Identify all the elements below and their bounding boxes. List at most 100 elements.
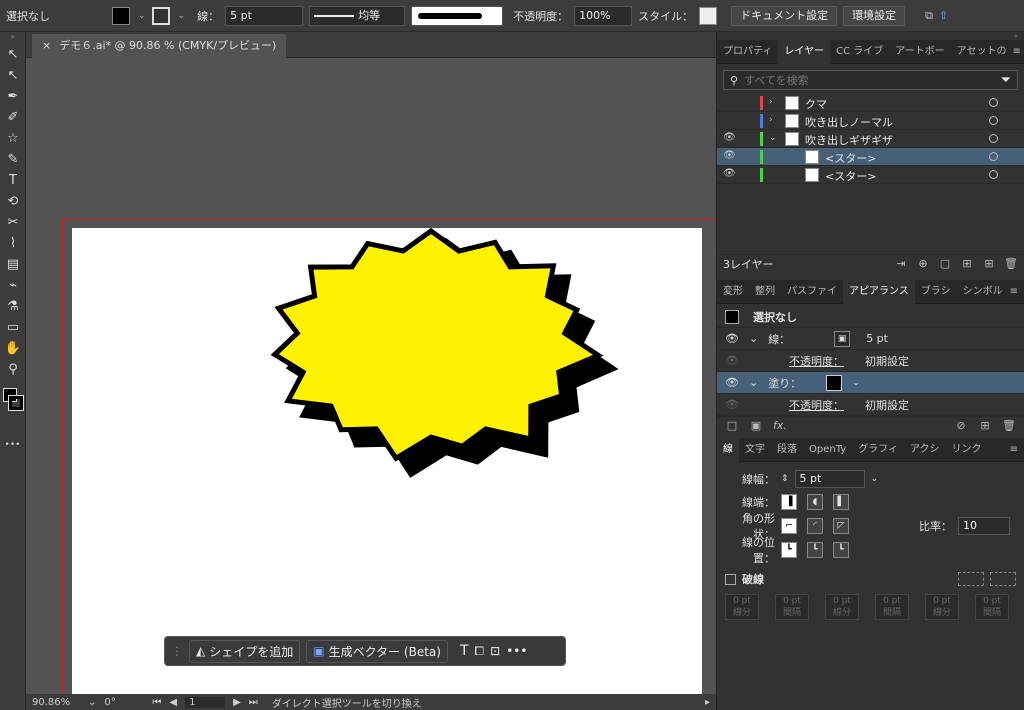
visibility-eye-icon[interactable]: 👁 (725, 398, 739, 411)
tools-collapse-icon[interactable]: » (0, 32, 25, 44)
duplicate-item-icon[interactable]: ⊞ (978, 419, 992, 433)
nav-last-icon[interactable]: ⏭ (249, 697, 258, 708)
layer-row[interactable]: › 吹き出しノーマル (717, 112, 1024, 130)
locate-object-icon[interactable]: ⊕ (916, 257, 930, 271)
brush-dropdown[interactable] (411, 5, 504, 26)
layers-search[interactable]: ⚲ ⏷ (723, 70, 1018, 90)
dash-cell[interactable]: 0 pt 間隔 (875, 594, 909, 620)
dashed-checkbox[interactable] (725, 573, 736, 585)
layer-row[interactable]: 👁 ⌄ 吹き出しギザギザ (717, 130, 1024, 148)
delete-layer-icon[interactable]: 🗑 (1004, 257, 1018, 271)
eyedropper-tool-icon[interactable]: ⌁ (2, 275, 24, 296)
delete-item-icon[interactable]: 🗑 (1002, 419, 1016, 433)
stroke-tab-2[interactable]: 段落 (771, 438, 803, 462)
hand-tool-icon[interactable]: ✋ (2, 338, 24, 359)
warp-tool-icon[interactable]: ⌇ (2, 233, 24, 254)
appearance-fill-row[interactable]: 👁 ⌄ 塗り： ⌄ (717, 372, 1024, 394)
selection-tool-icon[interactable]: ↖ (2, 44, 24, 65)
align-center-icon[interactable]: ┗ (781, 542, 797, 558)
dash-cell[interactable]: 0 pt 線分 (725, 594, 759, 620)
add-fill-icon[interactable]: ▣ (749, 419, 763, 433)
appearance-tab-2[interactable]: パスファイ (781, 280, 843, 304)
share-icon[interactable]: ⇧ (939, 9, 948, 22)
stroke-tab-1[interactable]: 文字 (739, 438, 771, 462)
appearance-stroke-row[interactable]: 👁 ⌄ 線： ▣ 5 pt (717, 328, 1024, 350)
target-circle-icon[interactable] (989, 170, 998, 179)
expand-chevron-icon[interactable]: › (769, 97, 773, 107)
artboard-tool-icon[interactable]: ▭ (2, 317, 24, 338)
style-swatch[interactable] (699, 6, 718, 25)
projecting-cap-icon[interactable]: ▌ (833, 494, 849, 510)
panel-menu-icon[interactable]: ≡ (1010, 286, 1024, 297)
filter-icon[interactable]: ⏷ (1001, 73, 1011, 88)
stroke-dropdown-icon[interactable]: ⌄ (178, 11, 186, 21)
fill-opacity-label[interactable]: 不透明度： (789, 397, 855, 413)
target-circle-icon[interactable] (989, 152, 998, 161)
more-options-icon[interactable]: ••• (506, 644, 527, 658)
direct-selection-tool-icon[interactable]: ↖ (2, 65, 24, 86)
opacity-row-label[interactable]: 不透明度： (789, 353, 855, 369)
opacity-field[interactable]: 100% (574, 5, 633, 26)
visibility-eye-icon[interactable]: 👁 (723, 132, 736, 143)
zoom-tool-icon[interactable]: ⚲ (2, 359, 24, 380)
zoom-level[interactable]: 90.86% (32, 697, 80, 708)
add-shape-button[interactable]: ◭ シェイプを追加 (189, 639, 301, 663)
weight-dropdown-icon[interactable]: ⌄ (871, 474, 879, 484)
align-outside-icon[interactable]: ┗ (833, 542, 849, 558)
new-layer-icon[interactable]: ⊞ (982, 257, 996, 271)
layer-name[interactable]: クマ (805, 96, 827, 112)
dash-align-icon[interactable] (990, 572, 1016, 586)
fill-dropdown-icon[interactable]: ⌄ (138, 11, 146, 21)
appearance-tab-1[interactable]: 整列 (749, 280, 781, 304)
expand-chevron-icon[interactable]: › (769, 115, 773, 125)
layer-name[interactable]: <スター> (825, 150, 876, 166)
stroke-tab-4[interactable]: グラフィ (852, 438, 904, 462)
image-icon[interactable]: ⊡ (490, 644, 500, 658)
target-circle-icon[interactable] (989, 98, 998, 107)
collect-export-icon[interactable]: ⇥ (894, 257, 908, 271)
layers-search-input[interactable] (744, 73, 995, 87)
stroke-tab-5[interactable]: アクシ (904, 438, 946, 462)
drag-handle-icon[interactable]: ⋮ (171, 644, 183, 658)
canvas-area[interactable]: ⋮ ◭ シェイプを追加 ▣ 生成ベクター (Beta) T ⧠ ⊡ ••• (26, 58, 716, 694)
visibility-eye-icon[interactable]: 👁 (723, 168, 736, 179)
round-cap-icon[interactable]: ◖ (807, 494, 823, 510)
fill-dropdown-icon[interactable]: ⌄ (852, 378, 860, 388)
appearance-fill-opacity-row[interactable]: 👁 不透明度： 初期設定 (717, 394, 1024, 416)
stroke-box-icon[interactable] (8, 395, 24, 411)
layer-name[interactable]: 吹き出しギザギザ (805, 132, 893, 148)
paintbrush-tool-icon[interactable]: ✎ (2, 149, 24, 170)
fill-stroke-swatches[interactable] (0, 386, 25, 420)
star-tool-icon[interactable]: ☆ (2, 128, 24, 149)
clear-appearance-icon[interactable]: ⊘ (954, 419, 968, 433)
preferences-button[interactable]: 環境設定 (843, 5, 906, 26)
pen-tool-icon[interactable]: ✒ (2, 86, 24, 107)
spiky-speech-bubble[interactable] (26, 58, 716, 694)
expand-chevron-icon[interactable]: ⌄ (749, 376, 758, 389)
new-sublayer-icon[interactable]: ⊞ (960, 257, 974, 271)
symbol-sprayer-icon[interactable]: ⚗ (2, 296, 24, 317)
layers-tab-2[interactable]: CC ライブ (830, 40, 889, 64)
nav-first-icon[interactable]: ⏮ (152, 697, 161, 708)
stroke-tab-3[interactable]: OpenTy (803, 438, 852, 462)
layer-row[interactable]: 👁 <スター> (717, 166, 1024, 184)
target-circle-icon[interactable] (989, 116, 998, 125)
layers-tab-4[interactable]: アセットの (951, 40, 1013, 64)
dash-cell[interactable]: 0 pt 間隔 (975, 594, 1009, 620)
dash-cell[interactable]: 0 pt 線分 (825, 594, 859, 620)
document-tab[interactable]: × デモ６.ai* @ 90.86 % (CMYK/プレビュー) (32, 34, 287, 58)
appearance-tab-0[interactable]: 変形 (717, 280, 749, 304)
curvature-tool-icon[interactable]: ✐ (2, 107, 24, 128)
close-tab-icon[interactable]: × (42, 39, 51, 52)
appearance-tab-5[interactable]: シンボル (957, 280, 1009, 304)
crop-icon[interactable]: ⧠ (475, 644, 485, 659)
zoom-dropdown-icon[interactable]: ⌄ (88, 697, 96, 708)
visibility-eye-icon[interactable]: 👁 (725, 332, 739, 345)
weight-stepper-icon[interactable]: ⇕ (781, 474, 789, 484)
visibility-eye-icon[interactable]: 👁 (723, 150, 736, 161)
layers-tab-3[interactable]: アートボー (889, 40, 950, 64)
panel-menu-icon[interactable]: ≡ (1010, 444, 1024, 455)
clipping-mask-icon[interactable]: ▢ (938, 257, 952, 271)
scissors-tool-icon[interactable]: ✂ (2, 212, 24, 233)
type-tool-icon[interactable]: T (2, 170, 24, 191)
